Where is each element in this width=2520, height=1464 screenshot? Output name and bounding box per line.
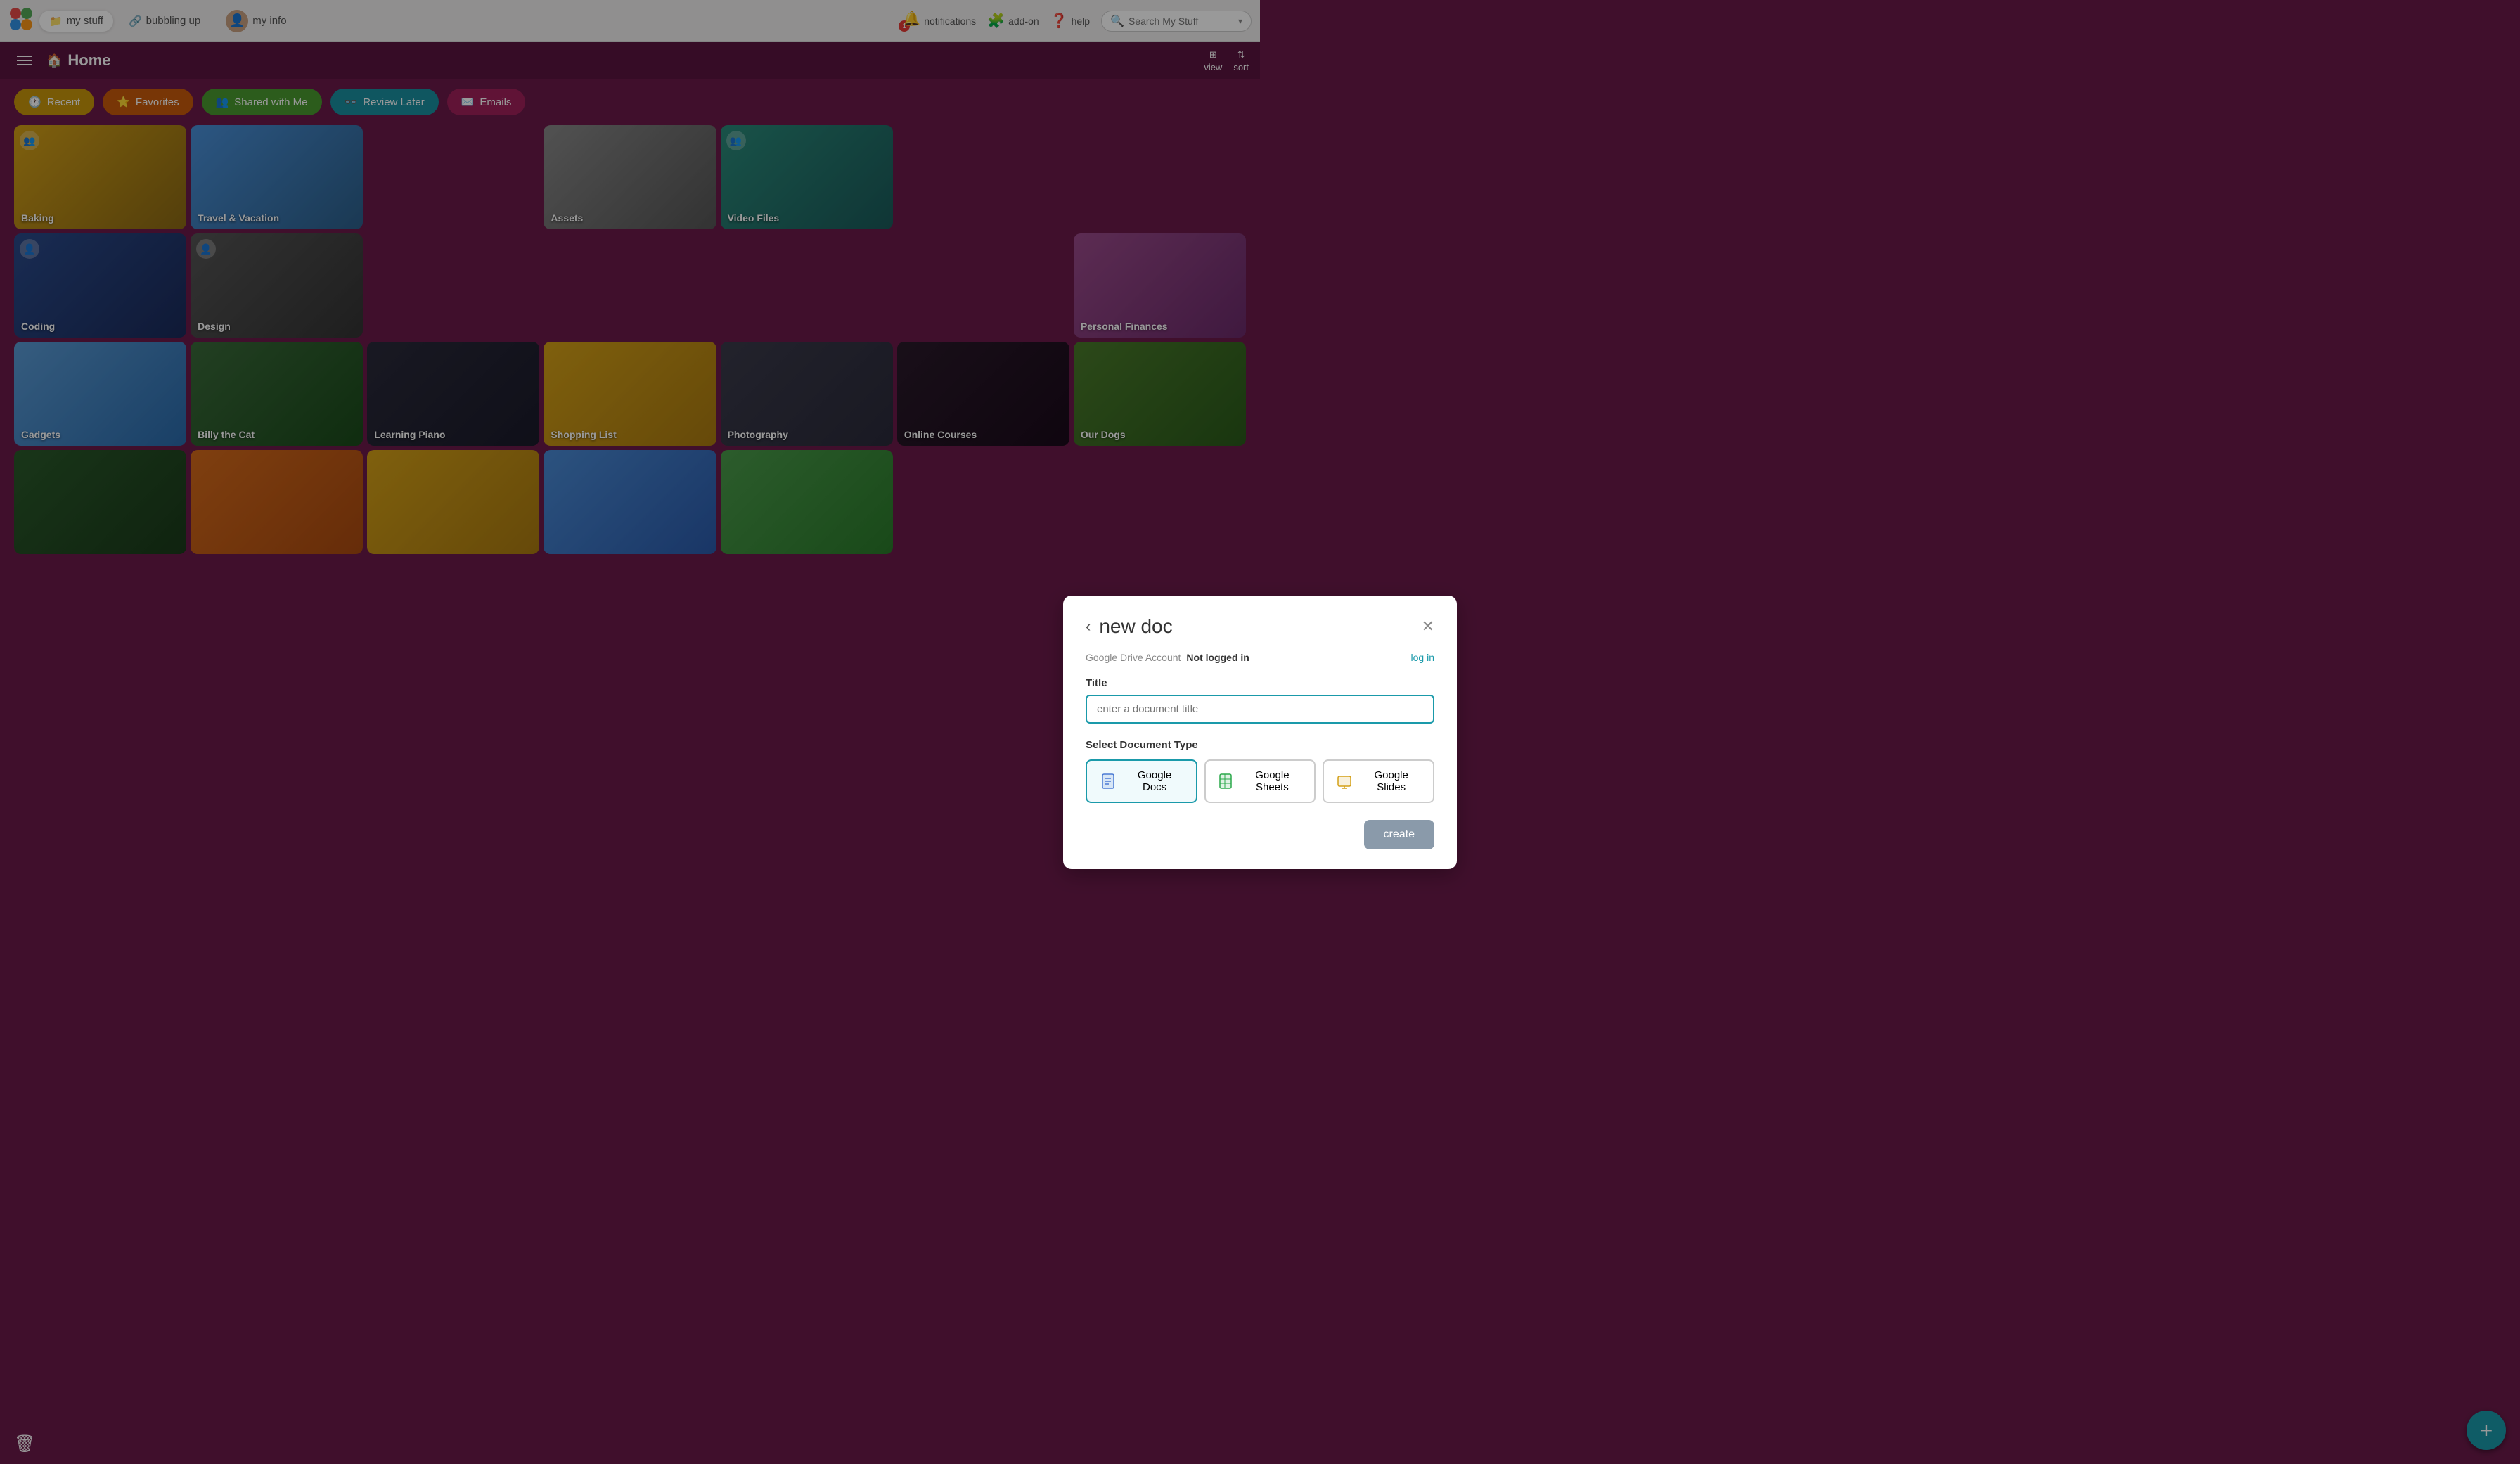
doc-type-sheets[interactable]: Google Sheets: [1204, 759, 1316, 803]
login-link[interactable]: log in: [1411, 652, 1434, 663]
modal-title: new doc: [1099, 615, 1421, 638]
account-status: Not logged in: [1186, 652, 1249, 663]
create-button[interactable]: create: [1364, 820, 1434, 849]
slides-label: Google Slides: [1361, 769, 1422, 793]
new-doc-modal: ‹ new doc ✕ Google Drive Account Not log…: [1063, 596, 1457, 869]
modal-overlay[interactable]: ‹ new doc ✕ Google Drive Account Not log…: [0, 0, 2520, 1464]
doc-title-input[interactable]: [1086, 695, 1434, 724]
account-label: Google Drive Account: [1086, 652, 1181, 663]
slides-icon: [1335, 771, 1354, 791]
modal-account-row: Google Drive Account Not logged in log i…: [1086, 652, 1434, 663]
title-field-label: Title: [1086, 677, 1434, 689]
doc-type-label: Select Document Type: [1086, 739, 1434, 751]
docs-label: Google Docs: [1125, 769, 1185, 793]
sheets-icon: [1217, 771, 1235, 791]
sheets-label: Google Sheets: [1241, 769, 1303, 793]
doc-type-slides[interactable]: Google Slides: [1323, 759, 1434, 803]
doc-types-group: Google Docs Google Sheets: [1086, 759, 1434, 803]
modal-header: ‹ new doc ✕: [1086, 615, 1434, 638]
modal-footer: create: [1086, 820, 1434, 849]
modal-back-button[interactable]: ‹: [1086, 617, 1091, 636]
doc-type-docs[interactable]: Google Docs: [1086, 759, 1197, 803]
docs-icon: [1098, 771, 1118, 791]
modal-close-button[interactable]: ✕: [1422, 617, 1434, 636]
